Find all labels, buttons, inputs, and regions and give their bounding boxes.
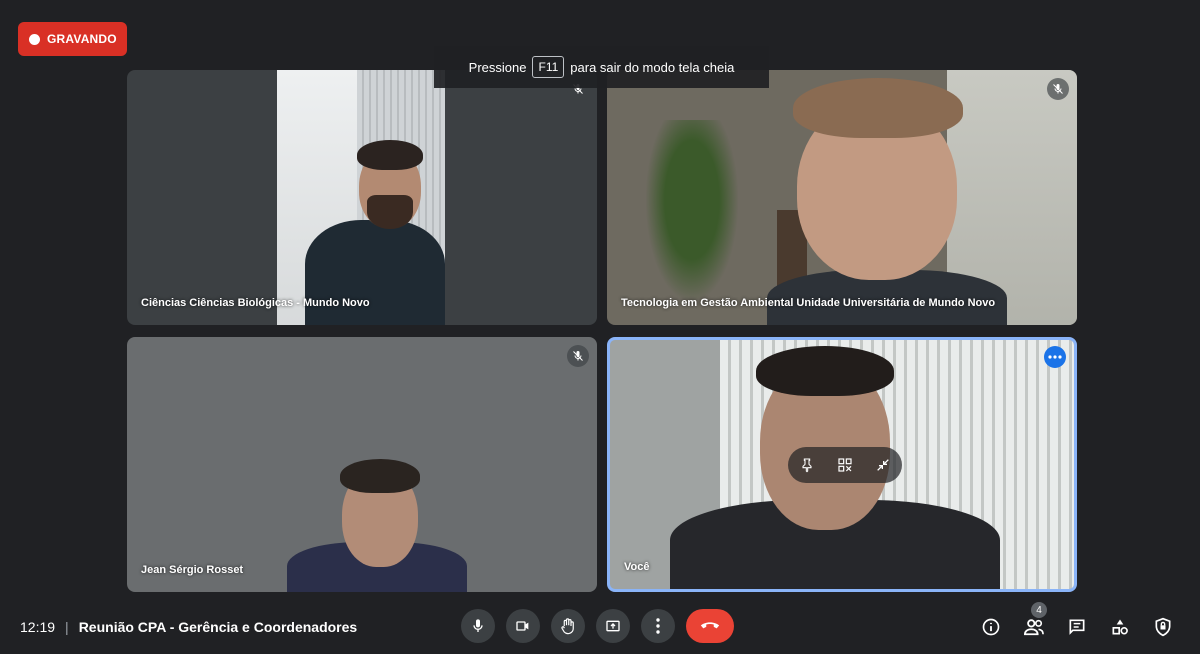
mic-icon [473, 619, 483, 632]
recording-label: GRAVANDO [47, 32, 117, 46]
activities-icon [1112, 619, 1128, 635]
meeting-separator: | [65, 619, 69, 635]
meeting-title: Reunião CPA - Gerência e Coordenadores [78, 619, 358, 635]
tile-hover-controls [788, 447, 902, 483]
muted-mic-icon [1047, 78, 1069, 100]
chat-icon [1069, 619, 1085, 635]
participant-name: Jean Sérgio Rosset [141, 564, 244, 576]
host-controls-button[interactable] [1152, 616, 1174, 638]
more-options-icon[interactable] [1044, 346, 1066, 368]
meeting-time: 12:19 [20, 619, 56, 635]
fullscreen-hint-prefix: Pressione [468, 59, 527, 75]
unpin-grid-icon[interactable] [837, 457, 853, 473]
participant-tile[interactable]: Jean Sérgio Rosset [127, 337, 597, 592]
participant-name: Ciências Ciências Biológicas - Mundo Nov… [141, 297, 370, 309]
participants-count-badge: 4 [1031, 602, 1047, 618]
more-options-button[interactable] [641, 609, 675, 643]
recording-badge: GRAVANDO [18, 22, 127, 56]
fullscreen-hint-suffix: para sair do modo tela cheia [570, 59, 735, 75]
video-background [637, 120, 747, 320]
more-options-icon [656, 618, 660, 634]
end-call-button[interactable] [686, 609, 734, 643]
fullscreen-hint: Pressione F11 para sair do modo tela che… [434, 46, 769, 88]
muted-mic-icon [567, 345, 589, 367]
participant-tile[interactable]: Tecnologia em Gestão Ambiental Unidade U… [607, 70, 1077, 325]
end-call-icon [700, 622, 720, 629]
fullscreen-hint-key: F11 [532, 56, 565, 78]
chat-button[interactable] [1066, 616, 1088, 638]
participant-name: Tecnologia em Gestão Ambiental Unidade U… [621, 297, 996, 309]
raise-hand-button[interactable] [551, 609, 585, 643]
minimize-icon[interactable] [875, 457, 891, 473]
present-screen-icon [606, 620, 620, 632]
meeting-info: 12:19 | Reunião CPA - Gerência e Coorden… [20, 619, 357, 635]
self-video-tile[interactable]: Você [607, 337, 1077, 592]
side-panel-icons: 4 [980, 602, 1174, 638]
recording-dot-icon [29, 33, 40, 45]
activities-button[interactable] [1109, 616, 1131, 638]
participant-tile[interactable]: Ciências Ciências Biológicas - Mundo Nov… [127, 70, 597, 325]
call-controls [461, 609, 734, 643]
info-icon [982, 618, 1000, 636]
participant-name: Você [624, 561, 650, 573]
pin-icon[interactable] [799, 457, 815, 473]
mic-button[interactable] [461, 609, 495, 643]
people-icon [1023, 619, 1044, 636]
raise-hand-icon [561, 618, 574, 635]
camera-button[interactable] [506, 609, 540, 643]
participants-button[interactable]: 4 [1023, 602, 1047, 638]
meeting-toolbar: 12:19 | Reunião CPA - Gerência e Coorden… [0, 600, 1200, 654]
host-controls-icon [1155, 617, 1171, 637]
info-button[interactable] [980, 616, 1002, 638]
camera-icon [516, 621, 529, 631]
present-screen-button[interactable] [596, 609, 630, 643]
